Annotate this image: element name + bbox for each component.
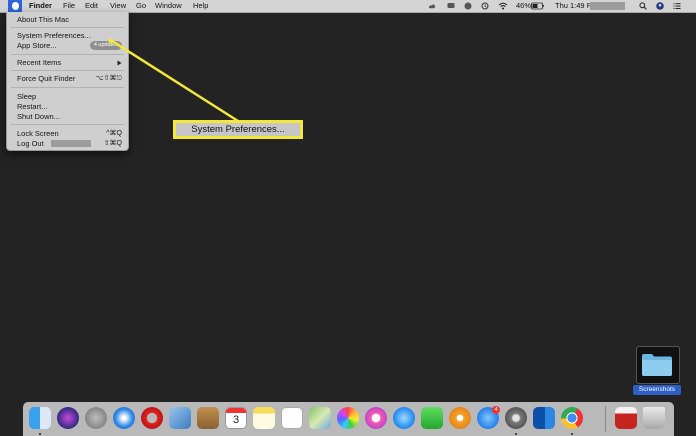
menu-separator bbox=[11, 124, 124, 125]
lock-screen-shortcut: ^⌘Q bbox=[106, 130, 122, 137]
finder-icon[interactable] bbox=[29, 407, 51, 429]
submenu-arrow-icon bbox=[117, 60, 122, 66]
notefile-icon[interactable] bbox=[197, 407, 219, 429]
app-store-updates-badge: 4 updates bbox=[89, 41, 122, 50]
outlook-icon[interactable] bbox=[533, 407, 555, 429]
calendar-day: 3 bbox=[232, 414, 240, 426]
display-icon[interactable] bbox=[447, 2, 455, 10]
calendar-icon[interactable]: 3 bbox=[225, 407, 247, 429]
app-store-badge: 4 bbox=[492, 406, 500, 414]
system-preferences-icon[interactable] bbox=[505, 407, 527, 429]
ibooks-icon[interactable] bbox=[449, 407, 471, 429]
annotation-callout: System Preferences... bbox=[173, 120, 303, 139]
menu-item-restart[interactable]: Restart... bbox=[17, 102, 47, 111]
menu-window[interactable]: Window bbox=[155, 1, 182, 11]
chrome-icon[interactable] bbox=[561, 407, 583, 429]
menu-finder[interactable]: Finder bbox=[29, 1, 52, 11]
time-machine-icon[interactable] bbox=[481, 2, 489, 10]
search-icon[interactable] bbox=[639, 2, 647, 10]
facetime-icon[interactable] bbox=[421, 407, 443, 429]
menu-edit[interactable]: Edit bbox=[85, 1, 98, 11]
menu-separator bbox=[11, 27, 124, 28]
battery-icon[interactable] bbox=[531, 2, 544, 10]
siri-icon[interactable] bbox=[57, 407, 79, 429]
log-out-shortcut: ⇧⌘Q bbox=[103, 140, 122, 147]
menu-go[interactable]: Go bbox=[136, 1, 146, 11]
screenshots-folder-label[interactable]: Screenshots bbox=[633, 385, 681, 395]
notification-center-icon[interactable] bbox=[673, 2, 681, 10]
menu-item-shut-down[interactable]: Shut Down... bbox=[17, 112, 60, 121]
downloads-stack-icon[interactable] bbox=[615, 407, 637, 429]
photos-icon[interactable] bbox=[337, 407, 359, 429]
running-indicator bbox=[515, 433, 517, 435]
menu-item-system-preferences[interactable]: System Preferences... bbox=[17, 31, 91, 40]
screenshots-folder-icon[interactable] bbox=[641, 353, 673, 377]
menu-item-app-store[interactable]: App Store... bbox=[17, 41, 57, 50]
maps-icon[interactable] bbox=[309, 407, 331, 429]
trash-icon[interactable] bbox=[643, 407, 665, 429]
user-icon[interactable] bbox=[656, 2, 664, 10]
menu-file[interactable]: File bbox=[63, 1, 75, 11]
wifi-icon[interactable] bbox=[498, 2, 508, 10]
preview-icon[interactable] bbox=[169, 407, 191, 429]
menu-item-log-out[interactable]: Log Out bbox=[17, 139, 44, 148]
apple-menu-button[interactable] bbox=[8, 0, 22, 12]
running-indicator bbox=[39, 433, 41, 435]
menu-view[interactable]: View bbox=[110, 1, 126, 11]
battery-percentage[interactable]: 46% bbox=[516, 1, 531, 11]
menu-item-recent-items[interactable]: Recent Items bbox=[17, 58, 61, 67]
notes-icon[interactable] bbox=[253, 407, 275, 429]
dock-separator bbox=[605, 406, 606, 432]
menu-separator bbox=[11, 54, 124, 55]
menu-help[interactable]: Help bbox=[193, 1, 208, 11]
redacted-account-name bbox=[51, 140, 91, 147]
menu-item-lock-screen[interactable]: Lock Screen bbox=[17, 129, 59, 138]
reminders-icon[interactable] bbox=[281, 407, 303, 429]
running-indicator bbox=[571, 433, 573, 435]
menu-item-force-quit[interactable]: Force Quit Finder bbox=[17, 74, 75, 83]
menu-separator bbox=[11, 87, 124, 88]
dropbox-icon[interactable] bbox=[464, 2, 472, 10]
apple-menu: About This Mac System Preferences... App… bbox=[6, 12, 129, 151]
dock: 3 4 bbox=[23, 402, 674, 436]
creative-cloud-icon[interactable] bbox=[428, 2, 436, 10]
force-quit-shortcut: ⌥⇧⌘⎋ bbox=[95, 75, 122, 82]
opera-icon[interactable] bbox=[141, 407, 163, 429]
itunes-icon[interactable] bbox=[365, 407, 387, 429]
safari-icon[interactable] bbox=[113, 407, 135, 429]
menu-separator bbox=[11, 70, 124, 71]
apple-logo-icon bbox=[12, 2, 19, 10]
messages-icon[interactable] bbox=[393, 407, 415, 429]
menu-item-sleep[interactable]: Sleep bbox=[17, 92, 36, 101]
redacted-username bbox=[590, 2, 625, 10]
launchpad-icon[interactable] bbox=[85, 407, 107, 429]
menu-item-about-this-mac[interactable]: About This Mac bbox=[17, 15, 69, 24]
